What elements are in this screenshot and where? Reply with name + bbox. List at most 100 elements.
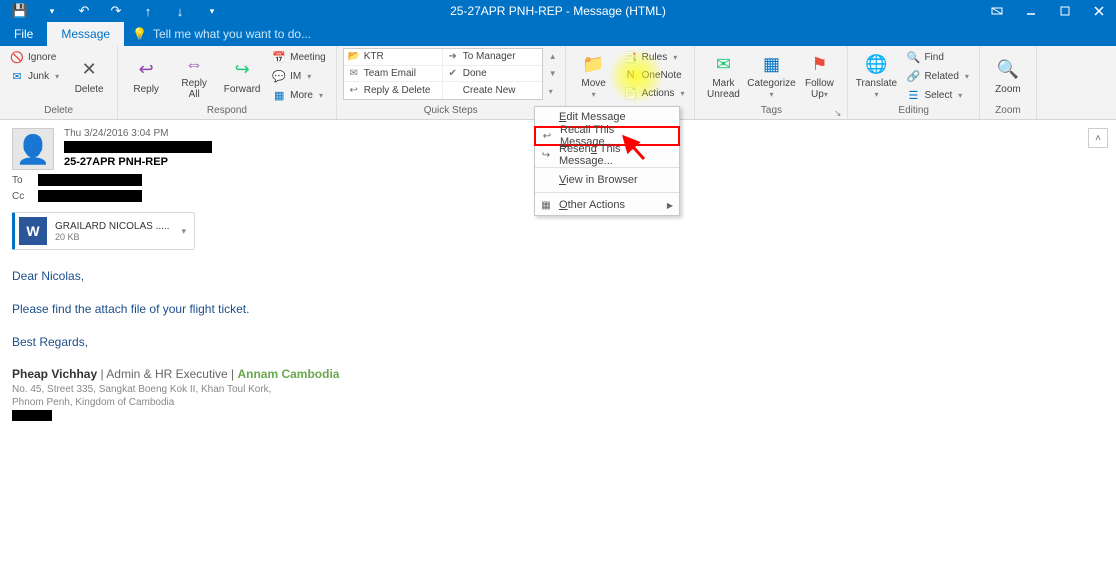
group-label-respond: Respond [124,105,330,119]
categorize-button[interactable]: ▦Categorize▾ [749,48,793,104]
qs-to-manager[interactable]: ➜To Manager [443,49,542,66]
body-regards: Best Regards, [12,334,1104,351]
menu-view-in-browser[interactable]: View in Browser [535,170,679,190]
reply-all-button[interactable]: ⇔Reply All [172,48,216,104]
mark-unread-button[interactable]: ✉Mark Unread [701,48,745,104]
ignore-icon: 🚫 [10,50,24,64]
reply-delete-icon: ↩ [348,85,360,97]
select-button[interactable]: ☰Select▾ [902,86,972,104]
close-button[interactable] [1082,0,1116,22]
follow-up-button[interactable]: ⚑Follow Up▾ [797,48,841,104]
qs-create-new[interactable]: Create New [443,82,542,99]
select-icon: ☰ [906,88,920,102]
actions-icon: 📄 [624,86,638,100]
rules-button[interactable]: 📑Rules▾ [620,48,689,66]
tell-me-placeholder: Tell me what you want to do... [153,27,311,41]
flag-icon: ⚑ [807,52,831,76]
qs-reply-delete[interactable]: ↩Reply & Delete [344,82,443,99]
previous-item-button[interactable]: ↑ [134,0,162,22]
quick-steps-gallery[interactable]: 📂KTR ➜To Manager ✉Team Email ✔Done ↩Repl… [343,48,543,100]
find-button[interactable]: 🔍Find [902,48,972,66]
translate-icon: 🌐 [864,52,888,76]
tab-file[interactable]: File [0,22,47,46]
chevron-right-icon: ▶ [667,201,673,210]
related-button[interactable]: 🔗Related▾ [902,67,972,85]
more-respond-button[interactable]: ▦More▾ [268,86,330,104]
tab-message[interactable]: Message [47,22,124,46]
qs-done[interactable]: ✔Done [443,66,542,83]
sig-company: Annam Cambodia [237,367,339,381]
onenote-icon: N [624,68,638,82]
sender-avatar: 👤 [12,128,54,170]
sig-role: | Admin & HR Executive | [97,367,237,381]
im-button[interactable]: 💬IM▾ [268,67,330,85]
from-field: user1 <user1@example.com> [64,141,212,153]
reply-icon: ↩ [134,58,158,82]
move-icon: 📁 [582,52,606,76]
group-zoom: 🔍Zoom Zoom [980,46,1037,119]
minimize-button[interactable] [1014,0,1048,22]
body-greeting: Dear Nicolas, [12,268,1104,285]
other-actions-icon: ▦ [539,198,553,212]
quick-steps-scroll[interactable]: ▲▼▾ [547,48,559,100]
delete-icon: ✕ [77,58,101,82]
zoom-icon: 🔍 [996,58,1020,82]
actions-menu: Edit Message ↩Recall This Message... ↪Re… [534,106,680,216]
collapse-header-button[interactable]: ˄ [1088,128,1108,148]
team-email-icon: ✉ [348,67,360,79]
attachment-item[interactable]: W GRAILARD NICOLAS ..... 20 KB ▾ [12,212,195,250]
title-bar: 💾 ▾ ↶ ↷ ↑ ↓ ▾ 25-27APR PNH-REP - Message… [0,0,1116,22]
move-button[interactable]: 📁Move▾ [572,48,616,104]
delete-button[interactable]: ✕ Delete [67,48,111,104]
done-icon: ✔ [447,67,459,79]
meeting-icon: 📅 [272,50,286,64]
menu-separator [535,167,679,168]
sig-addr1: No. 45, Street 335, Sangkat Boeng Kok II… [12,383,1104,396]
message-subject: 25-27APR PNH-REP [64,156,212,168]
categorize-icon: ▦ [759,52,783,76]
menu-separator-2 [535,192,679,193]
forward-icon: ↪ [230,58,254,82]
browser-icon [539,173,553,187]
tell-me-search[interactable]: 💡 Tell me what you want to do... [124,22,311,46]
find-icon: 🔍 [906,50,920,64]
attachment-dropdown[interactable]: ▾ [177,226,190,237]
group-label-quicksteps: Quick Steps↘ [343,105,559,119]
recall-icon: ↩ [540,129,554,143]
qs-ktr[interactable]: 📂KTR [344,49,443,66]
cc-label: Cc [12,191,28,202]
create-new-icon [447,85,459,97]
qat-dropdown[interactable]: ▾ [38,0,66,22]
forward-button[interactable]: ↪Forward [220,48,264,104]
reply-button[interactable]: ↩Reply [124,48,168,104]
onenote-button[interactable]: NOneNote [620,66,689,84]
junk-button[interactable]: ✉Junk▾ [6,67,63,85]
related-icon: 🔗 [906,69,920,83]
cc-value: user3@example.com [38,190,142,202]
meeting-button[interactable]: 📅Meeting [268,48,330,66]
ignore-button[interactable]: 🚫Ignore [6,48,63,66]
ribbon-options-button[interactable] [980,0,1014,22]
translate-button[interactable]: 🌐Translate▾ [854,48,898,104]
lightbulb-icon: 💡 [132,27,147,41]
word-doc-icon: W [19,217,47,245]
actions-button[interactable]: 📄Actions▾ [620,84,689,102]
menu-other-actions[interactable]: ▦Other Actions▶ [535,195,679,215]
undo-button[interactable]: ↶ [70,0,98,22]
signature: Pheap Vichhay | Admin & HR Executive | A… [12,366,1104,426]
dialog-launcher-tags-icon[interactable]: ↘ [834,108,842,119]
qat-customize[interactable]: ▾ [198,0,226,22]
save-button[interactable]: 💾 [6,0,34,22]
zoom-button[interactable]: 🔍Zoom [986,48,1030,104]
body-line1: Please find the attach file of your flig… [12,301,1104,318]
window-controls [980,0,1116,22]
menu-resend-message[interactable]: ↪Resend This Message... [535,145,679,165]
group-label-delete: Delete [6,105,111,119]
next-item-button[interactable]: ↓ [166,0,194,22]
edit-icon [539,110,553,124]
redo-button[interactable]: ↷ [102,0,130,22]
qs-team-email[interactable]: ✉Team Email [344,66,443,83]
maximize-button[interactable] [1048,0,1082,22]
message-meta: Thu 3/24/2016 3:04 PM user1 <user1@examp… [64,128,212,170]
attachment-name: GRAILARD NICOLAS ..... [55,221,169,232]
